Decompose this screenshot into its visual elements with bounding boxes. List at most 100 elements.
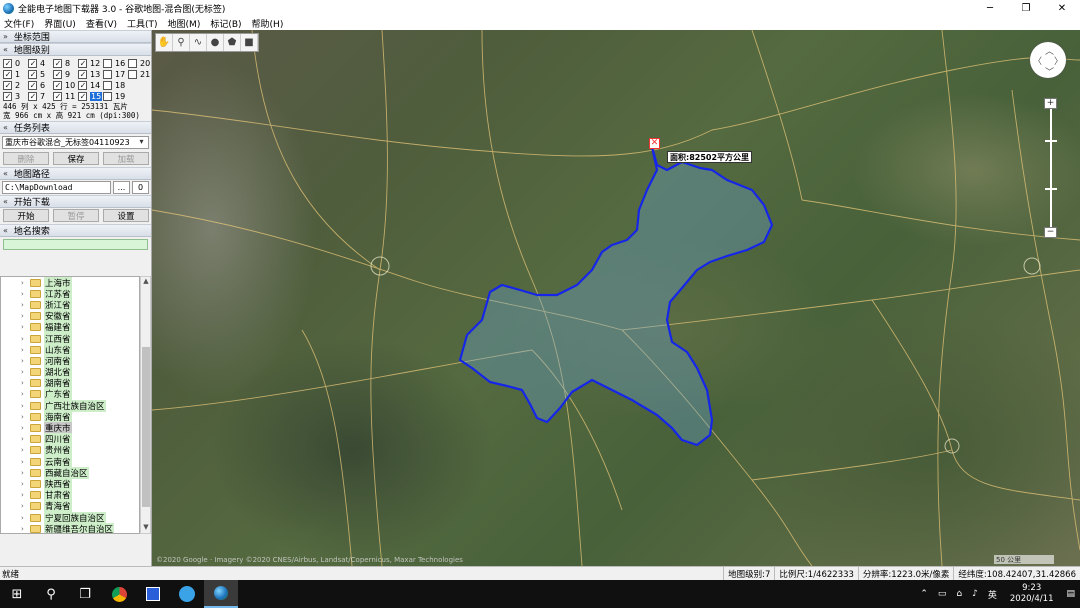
checkbox-icon[interactable]: [103, 58, 112, 68]
tray-up-arrow-icon[interactable]: ⌃: [920, 589, 928, 599]
task-select[interactable]: 重庆市谷歌混合_无标签04110923 ▾: [2, 136, 149, 149]
circle-icon[interactable]: ●: [207, 34, 224, 51]
search-icon[interactable]: ⚲: [34, 580, 68, 608]
pan-down-icon[interactable]: ﹀: [1045, 65, 1054, 78]
expand-icon[interactable]: ›: [21, 335, 24, 343]
menu-mark[interactable]: 标记(B): [210, 17, 241, 30]
level-checkbox[interactable]: 7: [28, 91, 53, 101]
tree-item[interactable]: › 浙江省: [1, 298, 139, 311]
marker-icon[interactable]: ⚲: [173, 34, 190, 51]
tree-item[interactable]: › 甘肃省: [1, 489, 139, 502]
section-map-level[interactable]: « 地图级别: [0, 43, 151, 56]
checkbox-icon[interactable]: [3, 80, 12, 90]
expand-icon[interactable]: ›: [21, 312, 24, 320]
expand-icon[interactable]: ›: [21, 424, 24, 432]
zoom-out-button[interactable]: −: [1044, 227, 1057, 238]
tree-item[interactable]: › 上海市: [1, 277, 139, 289]
download-path-input[interactable]: C:\MapDownload: [2, 181, 111, 194]
level-checkbox[interactable]: 3: [3, 91, 28, 101]
notification-icon[interactable]: ▤: [1066, 589, 1075, 599]
chrome-icon[interactable]: [102, 580, 136, 608]
zoom-track[interactable]: [1050, 106, 1052, 230]
polygon-icon[interactable]: ⬟: [224, 34, 241, 51]
level-checkbox[interactable]: 16: [103, 58, 128, 68]
level-checkbox[interactable]: 10: [53, 80, 78, 90]
expand-icon[interactable]: ›: [21, 279, 24, 287]
close-button[interactable]: ✕: [1044, 0, 1080, 16]
settings-button[interactable]: 设置: [103, 209, 149, 222]
scroll-down-icon[interactable]: ▼: [141, 523, 151, 533]
rectangle-icon[interactable]: ■: [241, 34, 258, 51]
tree-item[interactable]: › 江苏省: [1, 287, 139, 300]
menu-tools[interactable]: 工具(T): [127, 17, 158, 30]
checkbox-icon[interactable]: [53, 91, 62, 101]
task-view-icon[interactable]: ❐: [68, 580, 102, 608]
tree-item[interactable]: › 山东省: [1, 343, 139, 356]
battery-icon[interactable]: ▭: [938, 589, 947, 599]
load-task-button[interactable]: 加载: [103, 152, 149, 165]
tree-item[interactable]: › 新疆维吾尔自治区: [1, 522, 139, 533]
expand-icon[interactable]: ›: [21, 446, 24, 454]
tree-item[interactable]: › 广东省: [1, 388, 139, 401]
tree-item[interactable]: › 四川省: [1, 433, 139, 446]
checkbox-icon[interactable]: [103, 91, 112, 101]
level-checkbox[interactable]: 4: [28, 58, 53, 68]
expand-icon[interactable]: ›: [21, 357, 24, 365]
expand-icon[interactable]: ›: [21, 525, 24, 533]
tree-item[interactable]: › 湖北省: [1, 366, 139, 379]
tree-item[interactable]: › 河南省: [1, 354, 139, 367]
pause-button[interactable]: 暂停: [53, 209, 99, 222]
expand-icon[interactable]: ›: [21, 458, 24, 466]
tree-item[interactable]: › 西藏自治区: [1, 466, 139, 479]
checkbox-icon[interactable]: [128, 58, 137, 68]
section-map-path[interactable]: « 地图路径: [0, 167, 151, 180]
tree-item[interactable]: › 广西壮族自治区: [1, 399, 139, 412]
expand-icon[interactable]: ›: [21, 379, 24, 387]
tree-item[interactable]: › 湖南省: [1, 377, 139, 390]
level-checkbox[interactable]: 5: [28, 69, 53, 79]
delete-shape-icon[interactable]: ✕: [649, 138, 660, 149]
checkbox-icon[interactable]: [78, 91, 87, 101]
start-button[interactable]: 开始: [3, 209, 49, 222]
checkbox-icon[interactable]: [3, 91, 12, 101]
pan-icon[interactable]: ✋: [156, 34, 173, 51]
checkbox-icon[interactable]: [53, 58, 62, 68]
scroll-up-icon[interactable]: ▲: [141, 277, 151, 287]
tree-item[interactable]: › 陕西省: [1, 477, 139, 490]
section-place-search[interactable]: « 地名搜索: [0, 224, 151, 237]
tree-item[interactable]: › 重庆市: [1, 422, 139, 435]
tree-item[interactable]: › 安徽省: [1, 310, 139, 323]
pan-right-icon[interactable]: 〉: [1054, 54, 1063, 67]
expand-icon[interactable]: ›: [21, 469, 24, 477]
checkbox-icon[interactable]: [78, 58, 87, 68]
expand-icon[interactable]: ›: [21, 502, 24, 510]
pan-up-icon[interactable]: ︿: [1045, 44, 1054, 57]
checkbox-icon[interactable]: [28, 58, 37, 68]
checkbox-icon[interactable]: [103, 69, 112, 79]
tree-item[interactable]: › 云南省: [1, 455, 139, 468]
checkbox-icon[interactable]: [128, 69, 137, 79]
level-checkbox[interactable]: 1: [3, 69, 28, 79]
menu-view[interactable]: 查看(V): [86, 17, 117, 30]
polyline-icon[interactable]: ∿: [190, 34, 207, 51]
scroll-thumb[interactable]: [142, 347, 150, 507]
checkbox-icon[interactable]: [28, 69, 37, 79]
checkbox-icon[interactable]: [53, 80, 62, 90]
level-checkbox[interactable]: 14: [78, 80, 103, 90]
level-checkbox[interactable]: 21: [128, 69, 151, 79]
expand-icon[interactable]: ›: [21, 368, 24, 376]
expand-icon[interactable]: ›: [21, 346, 24, 354]
level-checkbox[interactable]: 13: [78, 69, 103, 79]
checkbox-icon[interactable]: [78, 80, 87, 90]
tree-item[interactable]: › 宁夏回族自治区: [1, 511, 139, 524]
level-checkbox[interactable]: 0: [3, 58, 28, 68]
level-checkbox[interactable]: 6: [28, 80, 53, 90]
checkbox-icon[interactable]: [53, 69, 62, 79]
expand-icon[interactable]: ›: [21, 390, 24, 398]
level-checkbox[interactable]: 2: [3, 80, 28, 90]
place-search-input[interactable]: [3, 239, 148, 250]
expand-icon[interactable]: ›: [21, 413, 24, 421]
checkbox-icon[interactable]: [28, 91, 37, 101]
open-folder-button[interactable]: 0: [132, 181, 149, 194]
dropdown-arrow-icon[interactable]: ▾: [136, 137, 147, 148]
